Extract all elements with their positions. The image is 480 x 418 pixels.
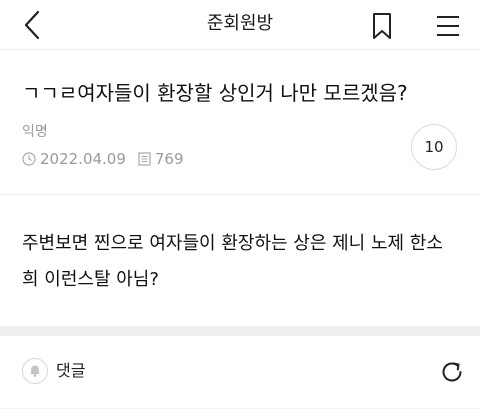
top-bar: 준회원방 [0, 0, 480, 50]
clock-icon [22, 152, 36, 166]
bookmark-button[interactable] [364, 8, 400, 44]
board-title: 준회원방 [206, 13, 274, 34]
post-meta: 2022.04.09 769 [22, 148, 184, 170]
menu-button[interactable] [428, 8, 468, 44]
refresh-button[interactable] [436, 356, 468, 388]
bell-icon [30, 365, 40, 377]
post-body: 주변보면 찐으로 여자들이 환장하는 상은 제니 노제 한소 희 이런스탈 아님… [22, 226, 462, 298]
post-title: ㄱㄱㄹ여자들이 환장할 상인거 나만 모르겠음? [22, 81, 408, 105]
comments-label: 댓글 [56, 361, 86, 380]
bottom-edge [0, 408, 480, 418]
notification-toggle[interactable] [22, 358, 48, 384]
comment-bar: 댓글 [0, 336, 480, 408]
bookmark-icon [373, 13, 391, 39]
chevron-left-icon [24, 10, 40, 40]
hamburger-menu-icon [437, 16, 459, 36]
refresh-icon [442, 362, 462, 382]
post-body-line: 주변보면 찐으로 여자들이 환장하는 상은 제니 노제 한소 [22, 233, 443, 254]
divider [0, 194, 480, 195]
section-separator [0, 326, 480, 336]
comment-count: 10 [424, 138, 444, 156]
author-name: 익명 [22, 124, 48, 140]
comment-count-button[interactable]: 10 [411, 124, 457, 170]
post-body-line: 희 이런스탈 아님? [22, 269, 159, 290]
back-button[interactable] [14, 6, 50, 44]
view-count: 769 [154, 150, 184, 168]
document-icon [138, 152, 151, 166]
post-date: 2022.04.09 [40, 150, 126, 168]
post-page: 준회원방 ㄱㄱㄹ여자들이 환장할 상인거 나만 모르겠음? 익명 2022.04… [0, 0, 480, 418]
